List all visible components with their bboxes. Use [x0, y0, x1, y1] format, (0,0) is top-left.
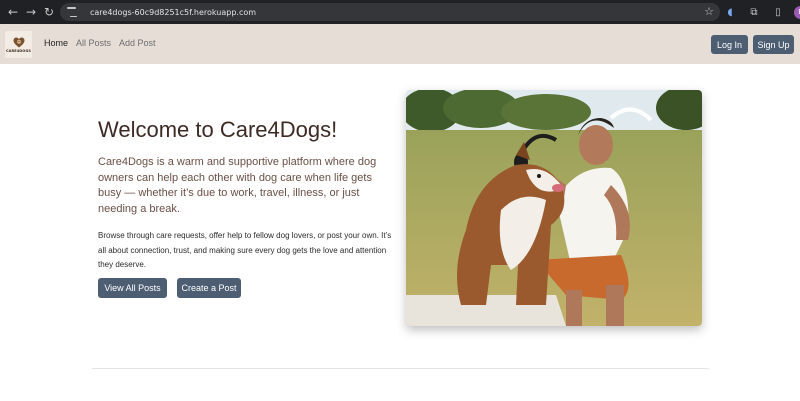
dog-heart-logo-icon — [13, 37, 24, 47]
hero-body-text: Browse through care requests, offer help… — [98, 231, 392, 269]
site-logo[interactable]: CARE4DOGS — [5, 31, 32, 58]
profile-avatar[interactable]: E — [794, 5, 800, 19]
extension-icon[interactable]: ◖ — [722, 4, 738, 20]
nav-link-home[interactable]: Home — [44, 38, 68, 48]
page-title: Welcome to Care4Dogs! — [98, 117, 338, 142]
nav-link-all-posts[interactable]: All Posts — [76, 38, 111, 48]
hero-lead-text: Care4Dogs is a warm and supportive platf… — [98, 156, 377, 215]
create-post-button[interactable]: Create a Post — [177, 278, 241, 298]
site-navbar: CARE4DOGS Home All Posts Add Post Log In… — [0, 24, 800, 64]
browser-toolbar: ← → ↻ care4dogs-60c9d8251c5f.herokuapp.c… — [0, 0, 800, 24]
sidebar-icon[interactable]: ▯ — [770, 4, 786, 20]
hero-photo-illustration — [406, 90, 702, 326]
bookmark-star-icon[interactable]: ☆ — [704, 5, 714, 18]
back-arrow-icon[interactable]: ← — [4, 3, 22, 21]
view-all-posts-button[interactable]: View All Posts — [98, 278, 167, 298]
nav-links: Home All Posts Add Post — [44, 38, 156, 48]
signup-button[interactable]: Sign Up — [753, 35, 794, 54]
puzzle-icon[interactable]: ⧉ — [746, 4, 762, 20]
section-divider — [92, 368, 709, 369]
url-text: care4dogs-60c9d8251c5f.herokuapp.com — [90, 7, 257, 17]
address-bar[interactable]: care4dogs-60c9d8251c5f.herokuapp.com ☆ — [60, 3, 720, 21]
logo-text: CARE4DOGS — [6, 48, 31, 53]
nav-link-add-post[interactable]: Add Post — [119, 38, 156, 48]
site-info-icon[interactable] — [67, 7, 81, 17]
reload-icon[interactable]: ↻ — [40, 3, 58, 21]
hero-dog-photo — [406, 90, 702, 326]
forward-arrow-icon[interactable]: → — [22, 3, 40, 21]
login-button[interactable]: Log In — [711, 35, 748, 54]
